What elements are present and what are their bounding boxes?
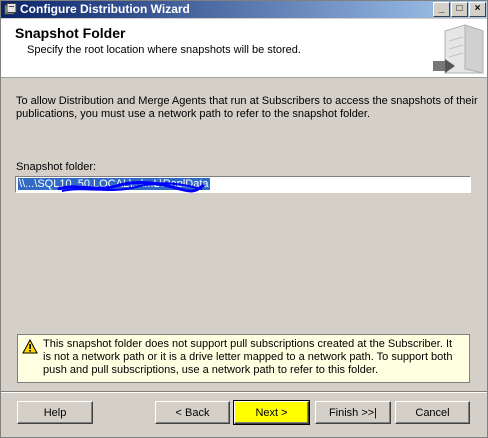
cancel-button[interactable]: Cancel [395, 401, 470, 424]
back-button[interactable]: < Back [155, 401, 230, 424]
wizard-header: Snapshot Folder Specify the root locatio… [1, 19, 487, 78]
close-button[interactable]: × [469, 2, 486, 17]
warning-text: This snapshot folder does not support pu… [43, 338, 453, 376]
help-button[interactable]: Help [17, 401, 93, 424]
snapshot-folder-input[interactable]: \\...\SQL10_50.LOCAL\...\...L\ReplData [15, 176, 471, 193]
page-subtitle: Specify the root location where snapshot… [27, 44, 301, 56]
maximize-button[interactable]: □ [451, 2, 468, 17]
warning-panel: This snapshot folder does not support pu… [17, 334, 470, 383]
warning-icon [22, 339, 38, 354]
button-separator [1, 391, 487, 393]
next-button[interactable]: Next > [233, 400, 310, 425]
title-bar[interactable]: Configure Distribution Wizard _ □ × [1, 1, 487, 18]
window-title: Configure Distribution Wizard [20, 2, 190, 16]
snapshot-folder-label: Snapshot folder: [16, 161, 97, 173]
finish-button[interactable]: Finish >>| [315, 401, 391, 424]
server-folder-icon [433, 24, 484, 74]
wizard-window: Configure Distribution Wizard _ □ × Snap… [0, 0, 488, 438]
description-text: To allow Distribution and Merge Agents t… [16, 95, 478, 120]
wizard-app-icon [4, 3, 17, 15]
minimize-button[interactable]: _ [433, 2, 450, 17]
snapshot-folder-value: \\...\SQL10_50.LOCAL\...\...L\ReplData [18, 178, 210, 190]
page-title: Snapshot Folder [15, 25, 126, 41]
